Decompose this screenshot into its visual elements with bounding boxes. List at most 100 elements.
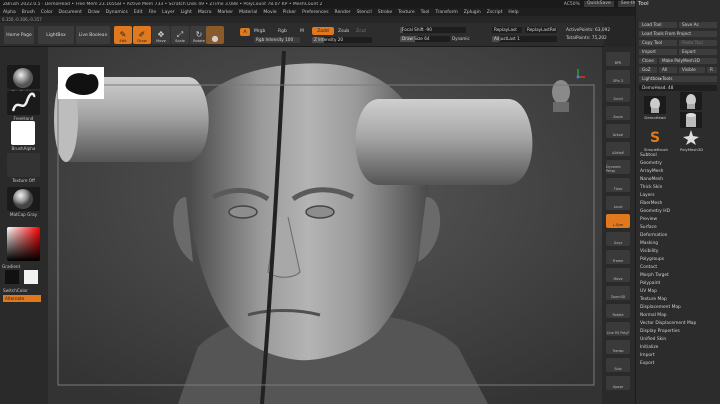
tool-thumb-demohead-1[interactable]: DemoHead bbox=[644, 96, 666, 120]
menu-item[interactable]: Layer bbox=[162, 10, 175, 15]
right-shelf-button[interactable]: L.Sym bbox=[606, 214, 630, 228]
clone-button[interactable]: Clone bbox=[639, 58, 657, 64]
subpalette-item[interactable]: Surface bbox=[640, 224, 718, 232]
lightbox-tools-button[interactable]: Lightbox▸Tools bbox=[639, 76, 717, 82]
menu-item[interactable]: Dynamics bbox=[106, 10, 128, 15]
menu-item[interactable]: Macro bbox=[198, 10, 212, 15]
material-matcap-gray[interactable]: MatCap Gray bbox=[7, 187, 40, 217]
ac50-button[interactable]: AC50% bbox=[564, 2, 580, 7]
menu-item[interactable]: Zplugin bbox=[464, 10, 481, 15]
rgb-button[interactable]: Rgb bbox=[278, 29, 287, 34]
right-shelf-button[interactable]: Line Fill PolyF bbox=[606, 322, 630, 336]
material-swatch-button[interactable]: ● bbox=[206, 26, 224, 44]
adjust-last-slider[interactable]: AdjustLast 1 bbox=[492, 36, 557, 42]
subpalette-item[interactable]: Layers bbox=[640, 192, 718, 200]
subpalette-item[interactable]: Vector Displacement Map bbox=[640, 320, 718, 328]
right-shelf-button[interactable]: Frame bbox=[606, 250, 630, 264]
right-shelf-button[interactable]: Zoom bbox=[606, 106, 630, 120]
sculpt-canvas[interactable] bbox=[48, 47, 602, 404]
home-page-button[interactable]: Home Page bbox=[4, 26, 34, 44]
menu-item[interactable]: Color bbox=[41, 10, 53, 15]
zcut-button[interactable]: Zcut bbox=[356, 29, 366, 34]
replay-last-rel-button[interactable]: ReplayLastRel bbox=[525, 27, 557, 33]
live-boolean-button[interactable]: Live Boolean bbox=[76, 26, 110, 44]
copy-tool-button[interactable]: Copy Tool bbox=[639, 40, 677, 46]
alternate-button[interactable]: Alternate bbox=[3, 295, 41, 302]
subpalette-item[interactable]: Import bbox=[640, 352, 718, 360]
menu-item[interactable]: Stencil bbox=[357, 10, 372, 15]
right-shelf-button[interactable]: Rotate bbox=[606, 304, 630, 318]
subpalette-item[interactable]: Export bbox=[640, 360, 718, 368]
right-shelf-button[interactable]: AAHalf bbox=[606, 142, 630, 156]
secondary-color-swatch[interactable] bbox=[24, 270, 38, 284]
import-button[interactable]: Import bbox=[639, 49, 677, 55]
save-as-button[interactable]: Save As bbox=[679, 22, 717, 28]
load-from-project-button[interactable]: Load Tools From Project bbox=[639, 31, 717, 37]
subpalette-item[interactable]: Subtool bbox=[640, 152, 718, 160]
menu-item[interactable]: Picker bbox=[283, 10, 296, 15]
menu-item[interactable]: Edit bbox=[134, 10, 143, 15]
color-picker[interactable] bbox=[7, 227, 40, 261]
subpalette-item[interactable]: Unified Skin bbox=[640, 336, 718, 344]
right-shelf-button[interactable]: Xpose bbox=[606, 376, 630, 390]
menu-item[interactable]: Render bbox=[335, 10, 351, 15]
subpalette-item[interactable]: Geometry bbox=[640, 160, 718, 168]
right-shelf-button[interactable]: Actual bbox=[606, 124, 630, 138]
menu-item[interactable]: Help bbox=[508, 10, 518, 15]
export-button[interactable]: Export bbox=[679, 49, 717, 55]
right-shelf-button[interactable]: Zoom3D bbox=[606, 286, 630, 300]
zsub-button[interactable]: Zsub bbox=[338, 29, 349, 34]
subpalette-item[interactable]: Texture Map bbox=[640, 296, 718, 304]
subpalette-item[interactable]: NanoMesh bbox=[640, 176, 718, 184]
subpalette-item[interactable]: Visibility bbox=[640, 248, 718, 256]
right-shelf-button[interactable]: Local bbox=[606, 196, 630, 210]
subpalette-item[interactable]: Initialize bbox=[640, 344, 718, 352]
subpalette-item[interactable]: Morph Target bbox=[640, 272, 718, 280]
dynamic-button[interactable]: Dynamic bbox=[452, 36, 470, 41]
right-shelf-button[interactable]: Solo bbox=[606, 358, 630, 372]
lightbox-button[interactable]: LightBox bbox=[38, 26, 74, 44]
switch-color-button[interactable]: SwitchColor bbox=[3, 288, 28, 293]
right-shelf-button[interactable]: Scroll bbox=[606, 88, 630, 102]
right-shelf-button[interactable]: Floor bbox=[606, 178, 630, 192]
menu-item[interactable]: Transform bbox=[435, 10, 457, 15]
menu-item[interactable]: Texture bbox=[398, 10, 414, 15]
right-shelf-button[interactable]: Dynamic Persp bbox=[606, 160, 630, 174]
right-shelf-button[interactable]: SPix 3 bbox=[606, 70, 630, 84]
replay-last-button[interactable]: ReplayLast bbox=[492, 27, 522, 33]
zadd-button[interactable]: Zadd bbox=[312, 27, 334, 35]
subpalette-item[interactable]: Polygroups bbox=[640, 256, 718, 264]
subpalette-item[interactable]: Masking bbox=[640, 240, 718, 248]
visible-button[interactable]: Visible bbox=[679, 67, 705, 73]
texture-off[interactable]: Texture Off bbox=[7, 153, 40, 183]
subpalette-item[interactable]: ArrayMesh bbox=[640, 168, 718, 176]
subpalette-item[interactable]: Preview bbox=[640, 216, 718, 224]
menu-item[interactable]: Material bbox=[239, 10, 257, 15]
draw-size-slider[interactable]: Draw Size 64 bbox=[400, 36, 450, 42]
menu-item[interactable]: Alpha bbox=[3, 10, 16, 15]
menu-item[interactable]: Preferences bbox=[302, 10, 328, 15]
subpalette-item[interactable]: Polypaint bbox=[640, 280, 718, 288]
load-tool-button[interactable]: Load Tool bbox=[639, 22, 677, 28]
r-button[interactable]: R bbox=[707, 67, 717, 73]
menu-item[interactable]: File bbox=[149, 10, 157, 15]
right-shelf-button[interactable]: BPR bbox=[606, 52, 630, 66]
right-shelf-button[interactable]: Transp bbox=[606, 340, 630, 354]
subpalette-item[interactable]: Normal Map bbox=[640, 312, 718, 320]
tool-thumb-polymesh3d[interactable]: PolyMesh3D bbox=[680, 128, 703, 152]
menu-item[interactable]: Document bbox=[59, 10, 82, 15]
m-button[interactable]: M bbox=[300, 29, 304, 34]
move-button[interactable]: ✥ Move bbox=[152, 26, 170, 44]
menu-item[interactable]: Brush bbox=[22, 10, 35, 15]
menu-item[interactable]: Stroke bbox=[378, 10, 392, 15]
canvas-viewport[interactable] bbox=[48, 47, 602, 404]
demohead-slider[interactable]: DemoHead. 48 bbox=[639, 85, 717, 91]
scale-button[interactable]: ⤢ Scale bbox=[171, 26, 189, 44]
subpalette-item[interactable]: UV Map bbox=[640, 288, 718, 296]
brush-alpha[interactable]: BrushAlpha bbox=[7, 121, 40, 151]
all-button[interactable]: All bbox=[659, 67, 677, 73]
goz-button[interactable]: GoZ bbox=[639, 67, 657, 73]
subpalette-item[interactable]: Deformation bbox=[640, 232, 718, 240]
primary-color-swatch[interactable] bbox=[5, 270, 19, 284]
right-shelf-button[interactable]: Move bbox=[606, 268, 630, 282]
